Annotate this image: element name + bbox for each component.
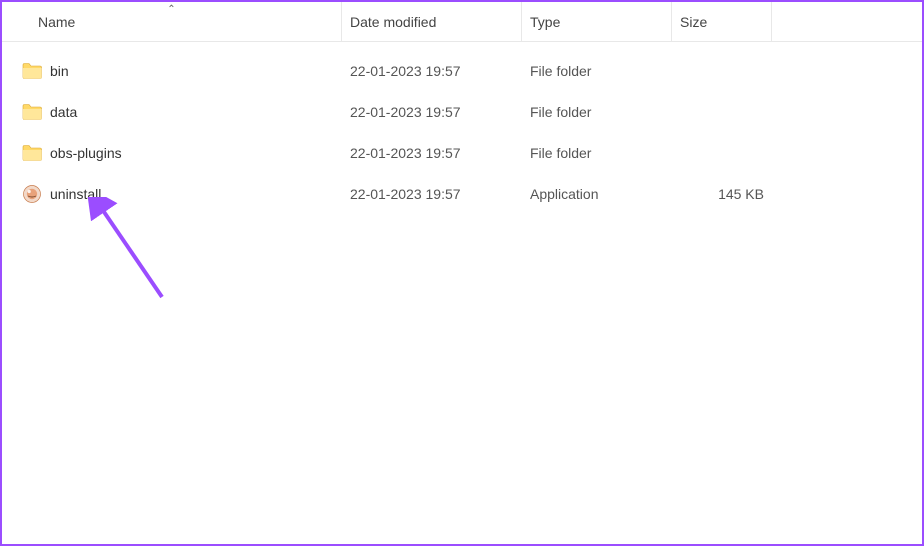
column-header-size[interactable]: Size bbox=[672, 2, 772, 41]
cell-size bbox=[672, 132, 772, 173]
column-header-date[interactable]: Date modified bbox=[342, 2, 522, 41]
column-header-type[interactable]: Type bbox=[522, 2, 672, 41]
cell-date: 22-01-2023 19:57 bbox=[342, 132, 522, 173]
file-row[interactable]: bin 22-01-2023 19:57File folder bbox=[2, 50, 922, 91]
application-icon bbox=[22, 184, 42, 204]
cell-type: Application bbox=[522, 173, 672, 214]
cell-name: obs-plugins bbox=[2, 132, 342, 173]
cell-name: data bbox=[2, 91, 342, 132]
cell-type: File folder bbox=[522, 91, 672, 132]
cell-date: 22-01-2023 19:57 bbox=[342, 50, 522, 91]
column-header-size-label: Size bbox=[680, 14, 707, 30]
column-header-name-label: Name bbox=[38, 14, 75, 30]
column-header-name[interactable]: ⌃ Name bbox=[2, 2, 342, 41]
file-row[interactable]: data 22-01-2023 19:57File folder bbox=[2, 91, 922, 132]
file-row[interactable]: uninstall 22-01-2023 19:57Application145 … bbox=[2, 173, 922, 214]
sort-ascending-icon: ⌃ bbox=[167, 4, 175, 15]
file-name-label: obs-plugins bbox=[50, 145, 122, 161]
column-header-row: ⌃ Name Date modified Type Size bbox=[2, 2, 922, 42]
file-list: bin22-01-2023 19:57File folder data22-01… bbox=[2, 42, 922, 214]
cell-date: 22-01-2023 19:57 bbox=[342, 173, 522, 214]
cell-size: 145 KB bbox=[672, 173, 772, 214]
file-name-label: bin bbox=[50, 63, 69, 79]
cell-name: uninstall bbox=[2, 173, 342, 214]
folder-icon bbox=[22, 61, 42, 81]
folder-icon bbox=[22, 102, 42, 122]
cell-size bbox=[672, 91, 772, 132]
cell-size bbox=[672, 50, 772, 91]
cell-type: File folder bbox=[522, 50, 672, 91]
cell-date: 22-01-2023 19:57 bbox=[342, 91, 522, 132]
cell-type: File folder bbox=[522, 132, 672, 173]
file-name-label: data bbox=[50, 104, 77, 120]
folder-icon bbox=[22, 143, 42, 163]
file-name-label: uninstall bbox=[50, 186, 101, 202]
column-header-type-label: Type bbox=[530, 14, 560, 30]
column-header-date-label: Date modified bbox=[350, 14, 436, 30]
cell-name: bin bbox=[2, 50, 342, 91]
file-row[interactable]: obs-plugins 22-01-2023 19:57File folder bbox=[2, 132, 922, 173]
